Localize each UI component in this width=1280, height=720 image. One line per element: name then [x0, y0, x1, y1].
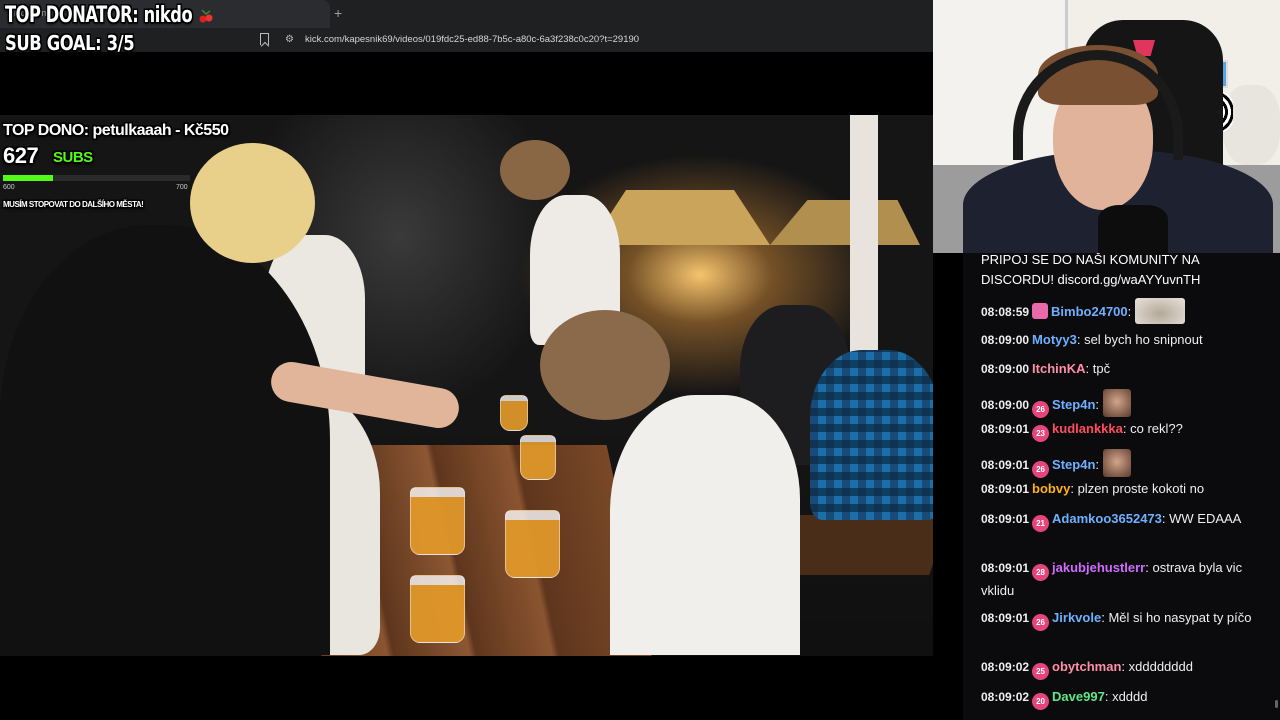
person-head — [540, 310, 670, 420]
chat-timestamp: 08:09:00 — [981, 362, 1030, 376]
address-bar[interactable]: ⚙ kick.com/kapesnik69/videos/019fdc25-ed… — [250, 31, 933, 50]
sub-progress-fill — [3, 175, 54, 181]
emote-image — [1102, 449, 1131, 477]
chat-timestamp: 08:08:59 — [981, 305, 1030, 319]
chat-timestamp: 08:09:01 — [981, 458, 1030, 472]
chat-text: plzen proste kokoti no — [1077, 481, 1205, 496]
chat-timestamp: 08:09:02 — [981, 660, 1030, 674]
chat-message: 08:09:01 23 kudlankkka: co rekl?? — [981, 419, 1271, 442]
chat-text: tpč — [1092, 361, 1111, 376]
beer-mug — [410, 487, 465, 555]
chat-message: 08:09:00 Motyy3: sel bych ho snipnout — [981, 330, 1271, 350]
pinned-message: PRIPOJ SE DO NAŠI KOMUNITY NA DISCORDU! … — [981, 253, 1201, 287]
beer-mug — [505, 510, 560, 578]
chat-username[interactable]: Bimbo24700 — [1051, 304, 1128, 319]
subs-label: SUBS — [53, 149, 93, 166]
chat-message: 08:09:00 ItchinKA: tpč — [981, 359, 1271, 379]
plaid-pattern — [810, 350, 933, 520]
sub-progress-bar — [3, 175, 190, 181]
chat-separator: : — [1085, 361, 1093, 376]
new-tab-button[interactable]: + — [334, 5, 342, 21]
top-donator-overlay: TOP DONATOR: nikdo — [5, 3, 193, 28]
chat-separator: : — [1095, 457, 1103, 472]
person-head — [500, 140, 570, 200]
chat-message: 08:09:01 26 Step4n: — [981, 449, 1271, 478]
chat-message: 08:09:01 bobvy: plzen proste kokoti no — [981, 479, 1271, 499]
chat-text: WW EDAAA — [1169, 511, 1242, 526]
chat-timestamp: 08:09:02 — [981, 690, 1030, 704]
chat-text: co rekl?? — [1130, 421, 1183, 436]
chat-timestamp: 08:09:01 — [981, 482, 1030, 496]
person-head — [190, 143, 315, 263]
progress-min-label: 600 — [3, 184, 15, 191]
chat-message: 08:08:59 Bimbo24700: — [981, 298, 1271, 324]
chat-timestamp: 08:09:01 — [981, 512, 1030, 526]
subscriber-badge-icon: 23 — [1032, 425, 1050, 442]
chat-separator: : — [1127, 304, 1135, 319]
microphone — [1098, 205, 1168, 253]
chat-username[interactable]: Dave997 — [1052, 689, 1105, 704]
emote-image — [1102, 389, 1131, 417]
chat-separator: : — [1070, 481, 1078, 496]
chat-timestamp: 08:09:00 — [981, 333, 1030, 347]
chat-separator: : — [1095, 397, 1103, 412]
chat-username[interactable]: obytchman — [1052, 659, 1121, 674]
subscriber-badge-icon: 26 — [1032, 614, 1050, 631]
tune-icon[interactable]: ⚙ — [285, 34, 294, 45]
chat-username[interactable]: kudlankkka — [1052, 421, 1123, 436]
stream-note: MUSÍM STOPOVAT DO DALŠÍHO MĚSTA! — [3, 200, 144, 209]
emote-image — [1134, 298, 1185, 324]
chat-timestamp: 08:09:01 — [981, 422, 1030, 436]
chat-text: sel bych ho snipnout — [1084, 332, 1203, 347]
person — [610, 395, 800, 655]
chat-separator: : — [1076, 332, 1085, 347]
pillar — [850, 115, 878, 375]
person — [0, 225, 330, 655]
chat-text: Měl si ho nasypat ty píčo — [1108, 610, 1252, 625]
chat-timestamp: 08:09:01 — [981, 561, 1030, 575]
gift-badge-icon — [1032, 303, 1049, 319]
chat-message: 08:09:01 28 jakubjehustlerr: ostrava byla … — [981, 558, 1271, 601]
subscriber-badge-icon: 26 — [1032, 461, 1050, 478]
chat-scrollbar[interactable] — [1275, 700, 1278, 708]
progress-max-label: 700 — [176, 184, 188, 191]
chat-username[interactable]: Step4n — [1052, 397, 1095, 412]
chat-panel[interactable]: PRIPOJ SE DO NAŠI KOMUNITY NA DISCORDU! … — [963, 253, 1280, 720]
subscriber-badge-icon: 21 — [1032, 515, 1050, 532]
subscriber-badge-icon: 25 — [1032, 663, 1050, 680]
beer-mug — [410, 575, 465, 643]
chat-message: 08:09:02 25 obytchman: xdddddddd — [981, 657, 1271, 680]
webcam-feed — [933, 0, 1280, 253]
chat-timestamp: 08:09:00 — [981, 398, 1030, 412]
beer-mug — [500, 395, 528, 431]
chat-message: 08:09:01 21 Adamkoo3652473: WW EDAAA — [981, 509, 1271, 532]
subscriber-badge-icon: 26 — [1032, 401, 1050, 418]
chat-username[interactable]: Step4n — [1052, 457, 1095, 472]
chat-username[interactable]: Jirkvole — [1052, 610, 1101, 625]
bookmark-icon[interactable] — [260, 33, 269, 45]
chat-username[interactable]: bobvy — [1032, 481, 1070, 496]
top-dono-label: TOP DONO: petulkaaah - Kč550 — [3, 122, 229, 139]
chat-message: 08:09:01 26 Jirkvole: Měl si ho nasypat ty… — [981, 608, 1271, 631]
chat-text: xdddd — [1112, 689, 1148, 704]
chat-message: 08:09:02 20 Dave997: xdddd — [981, 687, 1271, 710]
subs-count: 627 — [3, 143, 39, 168]
chat-separator: : — [1121, 659, 1129, 674]
subscriber-badge-icon: 20 — [1032, 693, 1050, 710]
chat-message: 08:09:00 26 Step4n: — [981, 389, 1271, 418]
video-player[interactable]: TOP DONO: petulkaaah - Kč550 627 SUBS 60… — [0, 115, 933, 656]
chat-username[interactable]: ItchinKA — [1032, 361, 1085, 376]
umbrella — [770, 200, 920, 245]
chat-separator: : — [1104, 689, 1113, 704]
subscriber-badge-icon: 28 — [1032, 564, 1050, 581]
beer-mug — [520, 435, 556, 480]
url-text[interactable]: kick.com/kapesnik69/videos/019fdc25-ed88… — [305, 34, 639, 45]
chat-text: xdddddddd — [1128, 659, 1193, 674]
chat-username[interactable]: jakubjehustlerr — [1052, 560, 1145, 575]
sub-goal-overlay: SUB GOAL: 3/5 — [5, 31, 135, 55]
cherries-icon — [199, 9, 213, 23]
chat-username[interactable]: Motyy3 — [1032, 332, 1077, 347]
chat-timestamp: 08:09:01 — [981, 611, 1030, 625]
chat-username[interactable]: Adamkoo3652473 — [1052, 511, 1162, 526]
